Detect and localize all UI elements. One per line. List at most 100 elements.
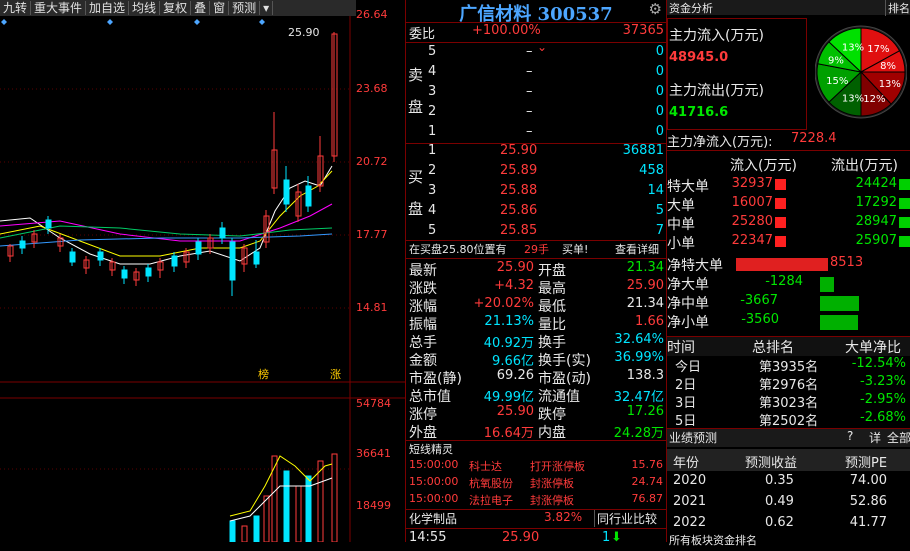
volume-bar [317,460,324,543]
volume-axis-label: 18499 [356,499,391,512]
pie-label: 9% [828,55,844,66]
pie-label: 12% [863,94,885,105]
candle [19,240,26,249]
kline-svg [0,16,405,543]
rank-header: 时间 总排名 大单净比 [667,337,910,356]
chart-toolbar: 九转 重大事件 加自选 均线 复权 叠 窗 预测 ▾ [0,0,356,16]
stat-row: 涨停 25.90 跌停 17.26 [409,404,664,423]
buy-level-row[interactable]: 2 25.89 458 [406,163,666,183]
forecast-detail-button[interactable]: 详 [869,429,881,446]
buy-level-row[interactable]: 3 25.88 14 [406,183,666,203]
candle [283,179,290,205]
forecast-help-button[interactable]: ? [847,429,853,443]
weibi-row: 委比 +100.00% 37365 [409,23,664,42]
net-inflow-row: 主力净流入(万元): 7228.4 [667,131,837,150]
sell-level-row[interactable]: 5–0 [406,44,666,64]
rank-row: 5日 第2502名 -2.68% [675,410,906,429]
industry-compare-button[interactable]: 同行业比较 [594,510,657,527]
candle [229,241,236,281]
kline-chart-area[interactable]: 26.64 23.68 20.72 17.77 14.81 54784 3664… [0,8,405,543]
sell-level-row[interactable]: 4–0 [406,64,666,84]
candle [121,269,128,279]
fund-pie-chart: 17%8%13%12%13%15%9%13% [815,25,907,119]
stat-row: 振幅 21.13% 量比 1.66 [409,314,664,333]
stat-row: 最新 25.90 开盘 21.34 [409,260,664,279]
stat-row: 总市值 49.99亿 流通值 32.47亿 [409,389,664,405]
stat-row: 总手 40.92万 换手 32.64% [409,332,664,351]
volume-bar [263,495,270,543]
gear-icon[interactable]: ⚙ [649,0,662,18]
sell-level-row[interactable]: 3–0 [406,84,666,104]
flow-row: 小单 22347 25907 [667,233,910,252]
price-axis-label: 20.72 [356,155,388,168]
toolbar-overlay[interactable]: 叠 [191,1,211,15]
short-alert-item[interactable]: 15:00:00 科士达 打开涨停板 15.76 [406,458,666,475]
pie-label: 15% [826,76,848,87]
marker-zhang: 涨 [330,368,341,381]
buy-level-row[interactable]: 4 25.86 5 [406,203,666,223]
flow-row: 大单 16007 17292 [667,195,910,214]
volume-bar [283,470,290,543]
toolbar-events[interactable]: 重大事件 [31,1,87,15]
net-bar [820,277,834,292]
pie-label: 8% [880,61,896,72]
pie-label: 13% [842,42,864,53]
max-price-label: 25.90 [288,26,320,39]
buy-level-row[interactable]: 5 25.85 7 [406,223,666,243]
down-arrow-icon: ⬇ [611,530,622,545]
order-notice: 在买盘25.80位置有 29手 买单! 查看详细 [409,241,659,257]
price-axis-label: 23.68 [356,82,388,95]
stat-row: 金额 9.66亿 换手(实) 36.99% [409,350,664,369]
net-bar [820,296,859,311]
price-axis-label: 17.77 [356,228,388,241]
fund-title-bar: 资金分析 排名 [667,0,910,16]
inflow-swatch [775,236,786,247]
price-axis-label: 14.81 [356,301,388,314]
toolbar-ma[interactable]: 均线 [129,1,161,15]
main-flow-box: 主力流入(万元) 48945.0 主力流出(万元) 41716.6 [667,18,807,130]
quote-panel: 广信材料 300537 ⚙ 委比 +100.00% 37365 ⌄ 卖 盘 买 … [405,0,667,545]
toolbar-add-favorite[interactable]: 加自选 [86,1,130,15]
candle [69,251,76,263]
inflow-swatch [775,179,786,190]
candle [45,219,52,229]
net-flow-row: 净小单 -3560 [667,312,910,331]
pie-label: 13% [842,94,864,105]
rank-row: 今日 第3935名 -12.54% [675,356,906,375]
toolbar-forecast[interactable]: 预测 [229,1,261,15]
candle [97,251,104,261]
sell-level-row[interactable]: 1–0 [406,124,666,144]
rank-row: 3日 第3023名 -2.95% [675,392,906,411]
net-bar [820,315,858,330]
forecast-row: 2020 0.35 74.00 [673,473,887,488]
industry-row: 化学制品 3.82% 同行业比较 [409,510,658,527]
sell-level-row[interactable]: 2–0 [406,104,666,124]
candle [195,241,202,255]
forecast-header: 年份 预测收益 预测PE [667,449,910,471]
buy-level-row[interactable]: 1 25.90 36881 [406,143,666,163]
toolbar-window[interactable]: 窗 [210,1,230,15]
volume-bar [229,520,236,543]
flow-header: 流入(万元) 流出(万元) [730,158,898,174]
toolbar-jiuzhuan[interactable]: 九转 [0,1,32,15]
tab-ranking[interactable]: 排名 [885,0,910,16]
short-alert-item[interactable]: 15:00:00 法拉电子 封涨停板 76.87 [406,492,666,509]
volume-bar [241,525,248,543]
tick-row: 14:55 25.90 1 ⬇ [409,530,622,545]
toolbar-adjust[interactable]: 复权 [160,1,192,15]
short-alert-item[interactable]: 15:00:00 杭氧股份 封涨停板 24.74 [406,475,666,492]
volume-axis-label: 36641 [356,447,391,460]
view-detail-link[interactable]: 查看详细 [615,241,659,257]
net-flow-row: 净中单 -3667 [667,293,910,312]
outflow-swatch [899,179,910,190]
stat-row: 涨跌 +4.32 最高 25.90 [409,278,664,297]
inflow-swatch [775,217,786,228]
candle [253,251,260,265]
stat-row: 涨幅 +20.02% 最低 21.34 [409,296,664,315]
toolbar-more-icon[interactable]: ▾ [260,1,274,15]
forecast-all-button[interactable]: 全部 [887,429,910,446]
flow-row: 中单 25280 28947 [667,214,910,233]
pie-label: 17% [867,44,889,55]
forecast-row: 2022 0.62 41.77 [673,515,887,530]
outflow-swatch [899,217,910,228]
